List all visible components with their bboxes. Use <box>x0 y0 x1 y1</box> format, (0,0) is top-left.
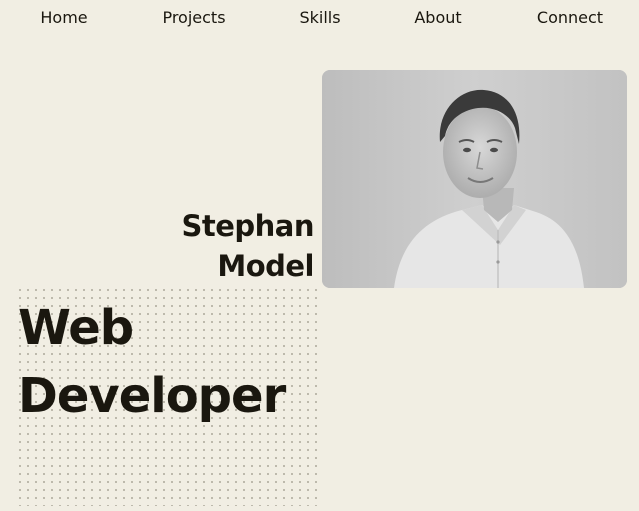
person-name: Stephan Model <box>181 206 314 286</box>
main-navigation: Home Projects Skills About Connect <box>0 6 639 30</box>
profile-photo <box>322 70 627 288</box>
title-line-2: Developer <box>18 368 286 424</box>
nav-link-home[interactable]: Home <box>40 6 87 30</box>
portfolio-page: Home Projects Skills About Connect Steph… <box>0 0 639 511</box>
nav-link-connect[interactable]: Connect <box>537 6 603 30</box>
portrait-image <box>322 70 627 288</box>
nav-link-skills[interactable]: Skills <box>299 6 340 30</box>
last-name: Model <box>217 249 314 283</box>
job-title: Web Developer <box>18 294 286 430</box>
nav-link-about[interactable]: About <box>414 6 461 30</box>
nav-link-projects[interactable]: Projects <box>162 6 225 30</box>
title-line-1: Web <box>18 300 134 356</box>
first-name: Stephan <box>181 209 314 243</box>
